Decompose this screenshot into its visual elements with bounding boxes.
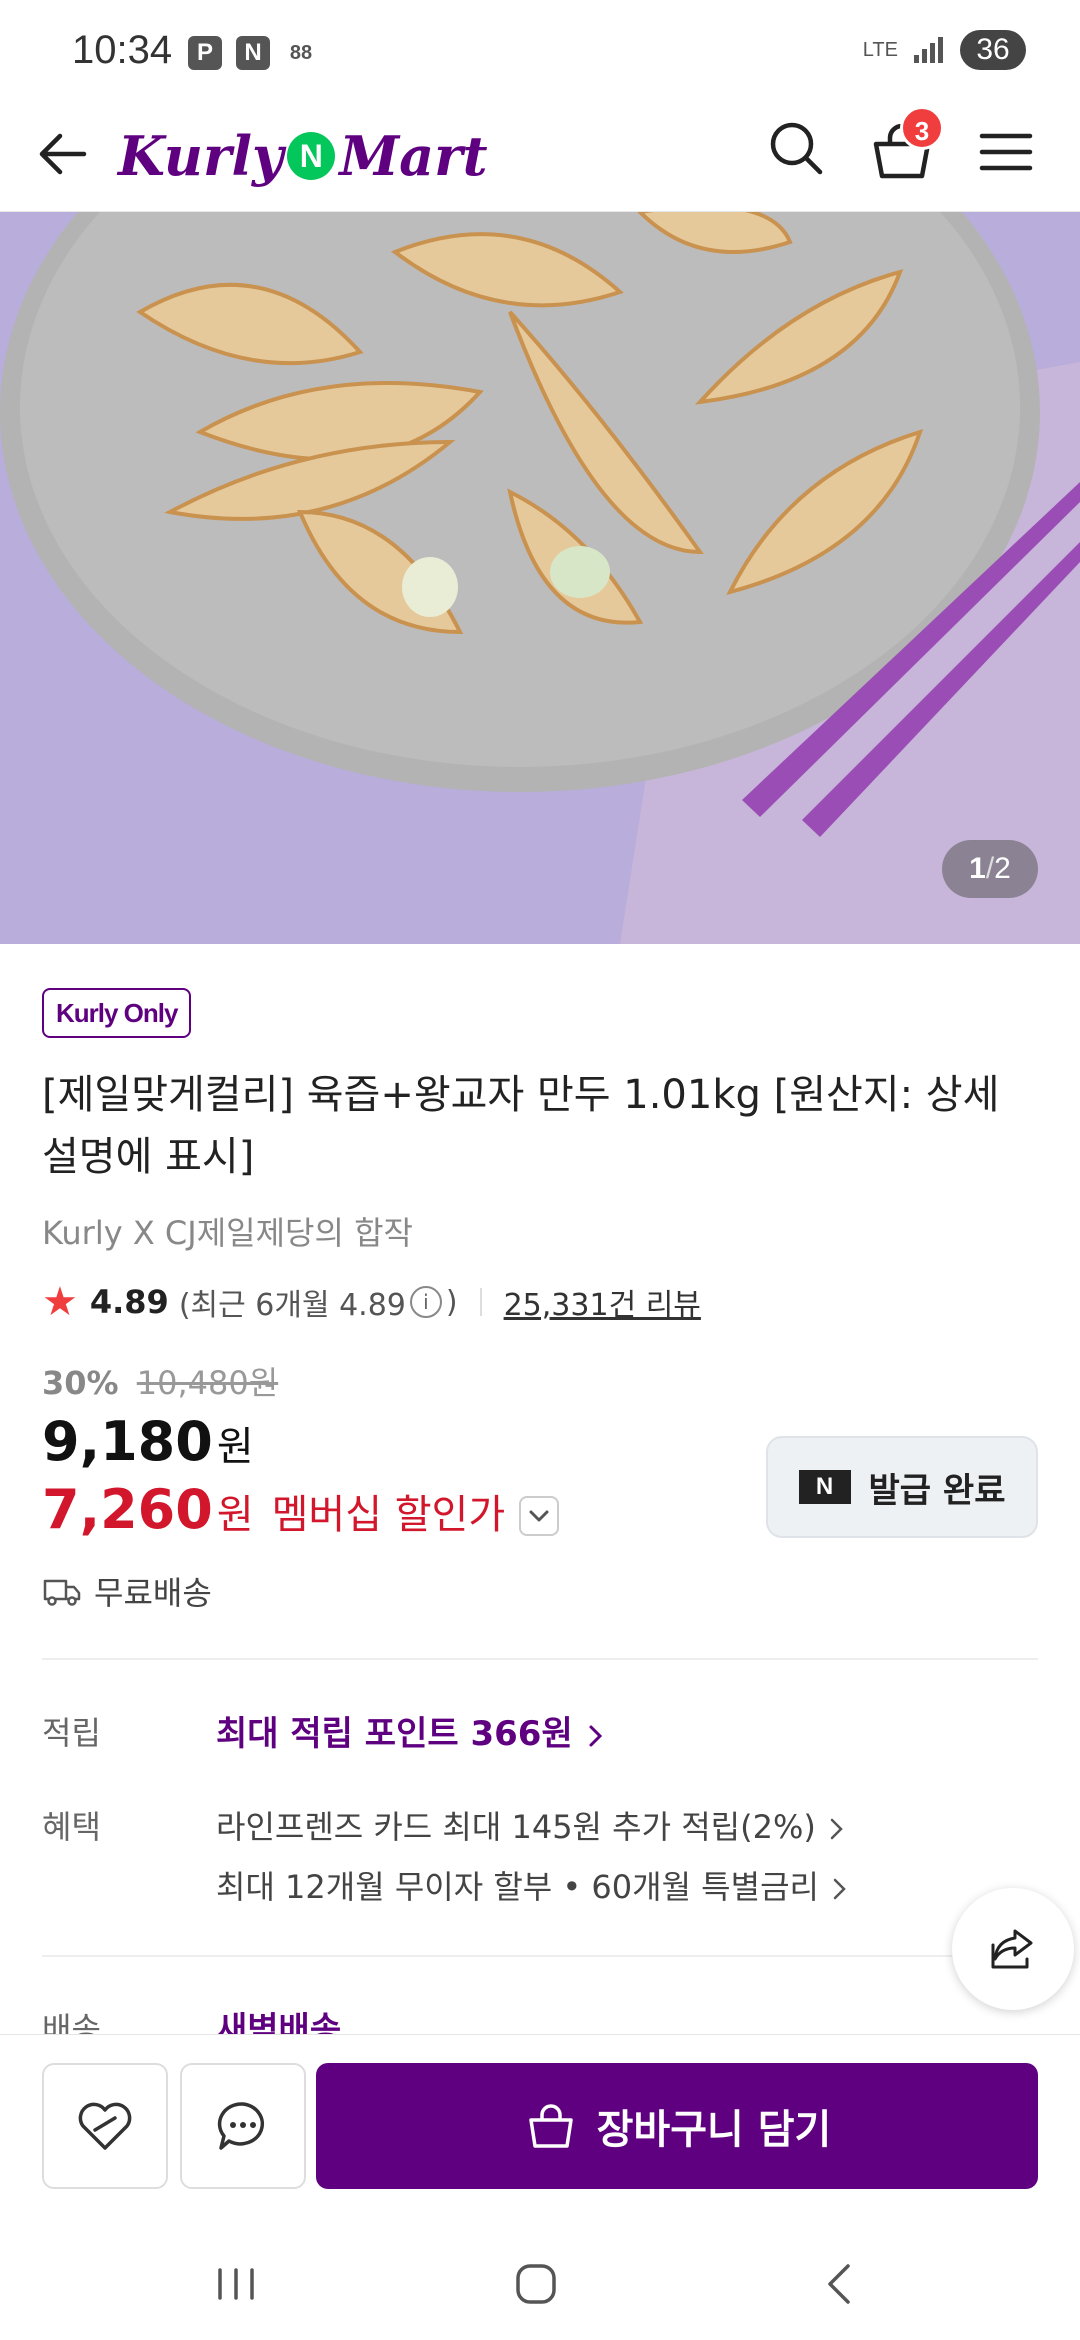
status-bar: 10:34 P N 88 LTE 36 [0, 0, 1080, 100]
share-icon [991, 1929, 1033, 1969]
bottom-action-bar: 장바구니 담기 [0, 2034, 1080, 2226]
pager-separator: / [985, 852, 995, 885]
benefit-label: 혜택 [42, 1808, 101, 1846]
status-time: 10:34 [72, 28, 173, 72]
discount-row: 30% 10,480원 [42, 1358, 278, 1404]
coupon-issued-label: 발급 완료 [868, 1470, 1006, 1511]
point-link[interactable]: 최대 적립 포인트 366원 [216, 1706, 607, 1755]
naver-app-icon: N [236, 36, 270, 70]
product-subtitle: Kurly X CJ제일제당의 합작 [42, 1214, 413, 1252]
rating-recent-close: ) [445, 1284, 458, 1320]
discount-percent: 30% [42, 1364, 119, 1402]
cart-count-badge: 3 [900, 106, 944, 150]
app-notification-icon: 88 [289, 42, 313, 64]
parking-app-icon: P [188, 36, 222, 70]
star-icon: ★ [42, 1279, 78, 1325]
coupon-issued-button[interactable]: N 발급 완료 [766, 1436, 1038, 1538]
home-icon[interactable] [508, 2256, 564, 2312]
rating-row: ★ 4.89 (최근 6개월 4.89 i ) 25,331건 리뷰 [42, 1278, 701, 1326]
divider [42, 1955, 1038, 1957]
logo-n-badge: N [287, 132, 336, 180]
info-icon[interactable]: i [409, 1286, 442, 1318]
dumpling-photo [0, 212, 1080, 944]
naver-n-icon: N [798, 1470, 851, 1504]
sale-price-value: 9,180 [42, 1410, 213, 1473]
review-count-link[interactable]: 25,331건 리뷰 [504, 1280, 701, 1324]
point-label: 적립 [42, 1714, 101, 1752]
inquiry-button[interactable] [180, 2063, 306, 2189]
member-price-label: 멤버십 할인가 [271, 1492, 506, 1538]
point-value: 최대 적립 포인트 366원 [216, 1714, 573, 1754]
network-type: LTE [862, 39, 898, 61]
app-header: Kurly N Mart 3 [0, 100, 1080, 212]
logo-text-mart: Mart [339, 124, 488, 188]
chevron-down-icon [529, 1510, 549, 1522]
shipping-info: 무료배송 [42, 1568, 212, 1614]
shopping-bag-icon [528, 2104, 573, 2148]
rating-recent: (최근 6개월 4.89 [178, 1288, 406, 1323]
image-pager: 1/2 [942, 840, 1038, 898]
truck-icon [43, 1579, 81, 1606]
signal-icon [914, 37, 943, 63]
share-button[interactable] [952, 1888, 1074, 2010]
rating-divider [479, 1288, 482, 1316]
benefit-card-text: 라인프렌즈 카드 최대 145원 추가 적립(2%) [216, 1808, 816, 1846]
add-to-cart-label: 장바구니 담기 [596, 2107, 832, 2153]
back-arrow-icon[interactable] [32, 122, 96, 186]
product-image[interactable] [0, 212, 1080, 944]
add-to-cart-button[interactable]: 장바구니 담기 [316, 2063, 1038, 2189]
pager-total: 2 [994, 852, 1011, 885]
member-price-unit: 원 [216, 1492, 254, 1538]
sale-price: 9,180 원 [42, 1410, 254, 1473]
original-price: 10,480원 [136, 1364, 279, 1402]
wishlist-button[interactable] [42, 2063, 168, 2189]
divider [42, 1658, 1038, 1660]
back-icon[interactable] [812, 2256, 868, 2312]
shipping-text: 무료배송 [94, 1574, 212, 1612]
benefit-installment-text: 최대 12개월 무이자 할부 • 60개월 특별금리 [216, 1868, 819, 1906]
chevron-right-icon [830, 1818, 843, 1840]
search-icon[interactable] [764, 116, 828, 180]
benefit-installment-link[interactable]: 최대 12개월 무이자 할부 • 60개월 특별금리 [216, 1862, 851, 1908]
rating-score: 4.89 [89, 1283, 169, 1321]
chevron-right-icon [589, 1725, 602, 1746]
member-price-row: 7,260 원 멤버십 할인가 [42, 1478, 560, 1541]
product-title: [제일맞게컬리] 육즙+왕교자 만두 1.01kg [원산지: 상세설명에 표시… [42, 1072, 1000, 1180]
benefit-card-link[interactable]: 라인프렌즈 카드 최대 145원 추가 적립(2%) [216, 1802, 848, 1848]
recent-apps-icon[interactable] [208, 2256, 264, 2312]
kurly-n-mart-logo[interactable]: Kurly N Mart [118, 114, 488, 198]
member-price-toggle[interactable] [519, 1496, 560, 1536]
system-navigation-bar [0, 2226, 1080, 2340]
member-price-value: 7,260 [42, 1478, 213, 1541]
chat-bubble-icon [217, 2102, 265, 2150]
kurly-only-badge: Kurly Only [42, 988, 192, 1038]
menu-icon[interactable] [974, 120, 1038, 184]
chevron-right-icon [833, 1878, 846, 1900]
pager-current: 1 [969, 852, 986, 885]
logo-text-kurly: Kurly [118, 124, 284, 188]
sale-price-unit: 원 [216, 1424, 254, 1470]
heart-icon [78, 2102, 132, 2150]
battery-indicator: 36 [960, 30, 1026, 70]
